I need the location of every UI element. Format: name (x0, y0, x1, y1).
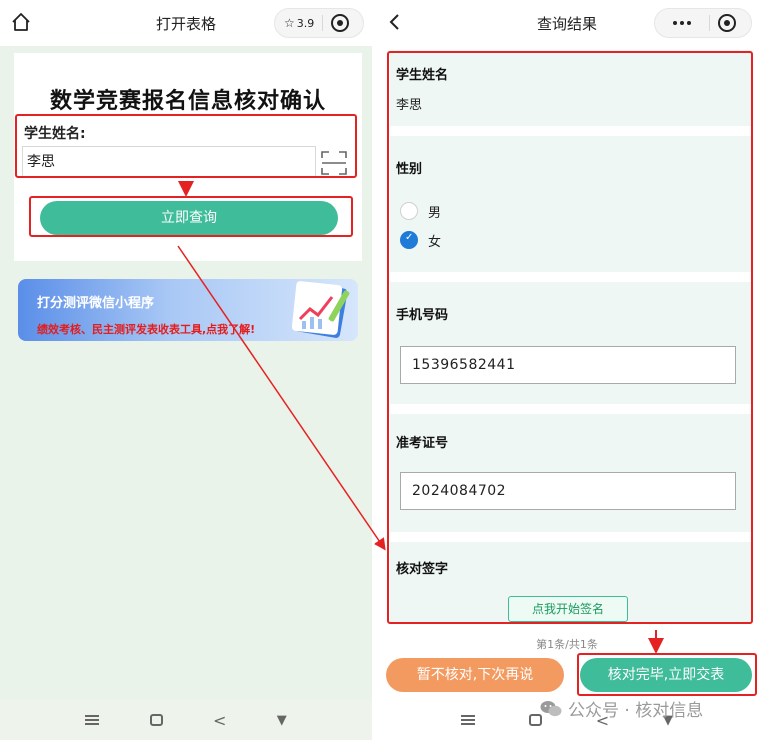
left-system-nav-bar: < ▼ (0, 700, 372, 740)
left-header: 打开表格 ☆ 3.9 (0, 0, 372, 46)
mini-program-capsule[interactable] (654, 8, 752, 38)
capsule-divider (322, 15, 324, 31)
annotation-box-results (387, 51, 753, 624)
capsule-divider (709, 15, 710, 31)
watermark: 公众号 · 核对信息 (540, 696, 703, 721)
banner-title: 打分测评微信小程序 (37, 296, 155, 311)
mini-program-capsule[interactable]: ☆ 3.9 (274, 8, 364, 38)
star-icon: ☆ (284, 16, 295, 30)
check-later-button[interactable]: 暂不核对,下次再说 (386, 658, 564, 692)
form-title: 数学竞赛报名信息核对确认 (49, 89, 326, 114)
left-phone-screen: 打开表格 ☆ 3.9 数学竞赛报名信息核对确认 学生姓名: 李思 立即查询 打分… (0, 0, 372, 740)
rating[interactable]: ☆ 3.9 (275, 16, 314, 30)
annotation-box-name-field (15, 114, 357, 178)
annotation-box-query-button (29, 196, 353, 237)
menu-icon[interactable] (460, 715, 475, 725)
rating-value: 3.9 (296, 16, 315, 30)
back-arrow-icon[interactable]: < (213, 711, 226, 730)
square-home-icon[interactable] (149, 714, 163, 726)
right-header: 查询结果 (374, 0, 760, 46)
promo-banner[interactable]: 打分测评微信小程序 绩效考核、民主测评发表收表工具,点我了解! (18, 279, 358, 341)
pagination-text: 第1条/共1条 (536, 638, 598, 651)
collapse-icon[interactable]: ▼ (277, 713, 287, 728)
watermark-text: 公众号 · 核对信息 (568, 701, 704, 721)
banner-subtitle: 绩效考核、民主测评发表收表工具,点我了解! (37, 323, 256, 336)
menu-icon[interactable] (85, 715, 100, 725)
more-icon[interactable] (655, 21, 691, 25)
target-icon[interactable] (331, 14, 350, 32)
annotation-box-confirm-button (577, 653, 757, 696)
chart-illustration-icon (291, 281, 350, 338)
target-icon[interactable] (718, 14, 736, 32)
wechat-icon (540, 700, 562, 716)
